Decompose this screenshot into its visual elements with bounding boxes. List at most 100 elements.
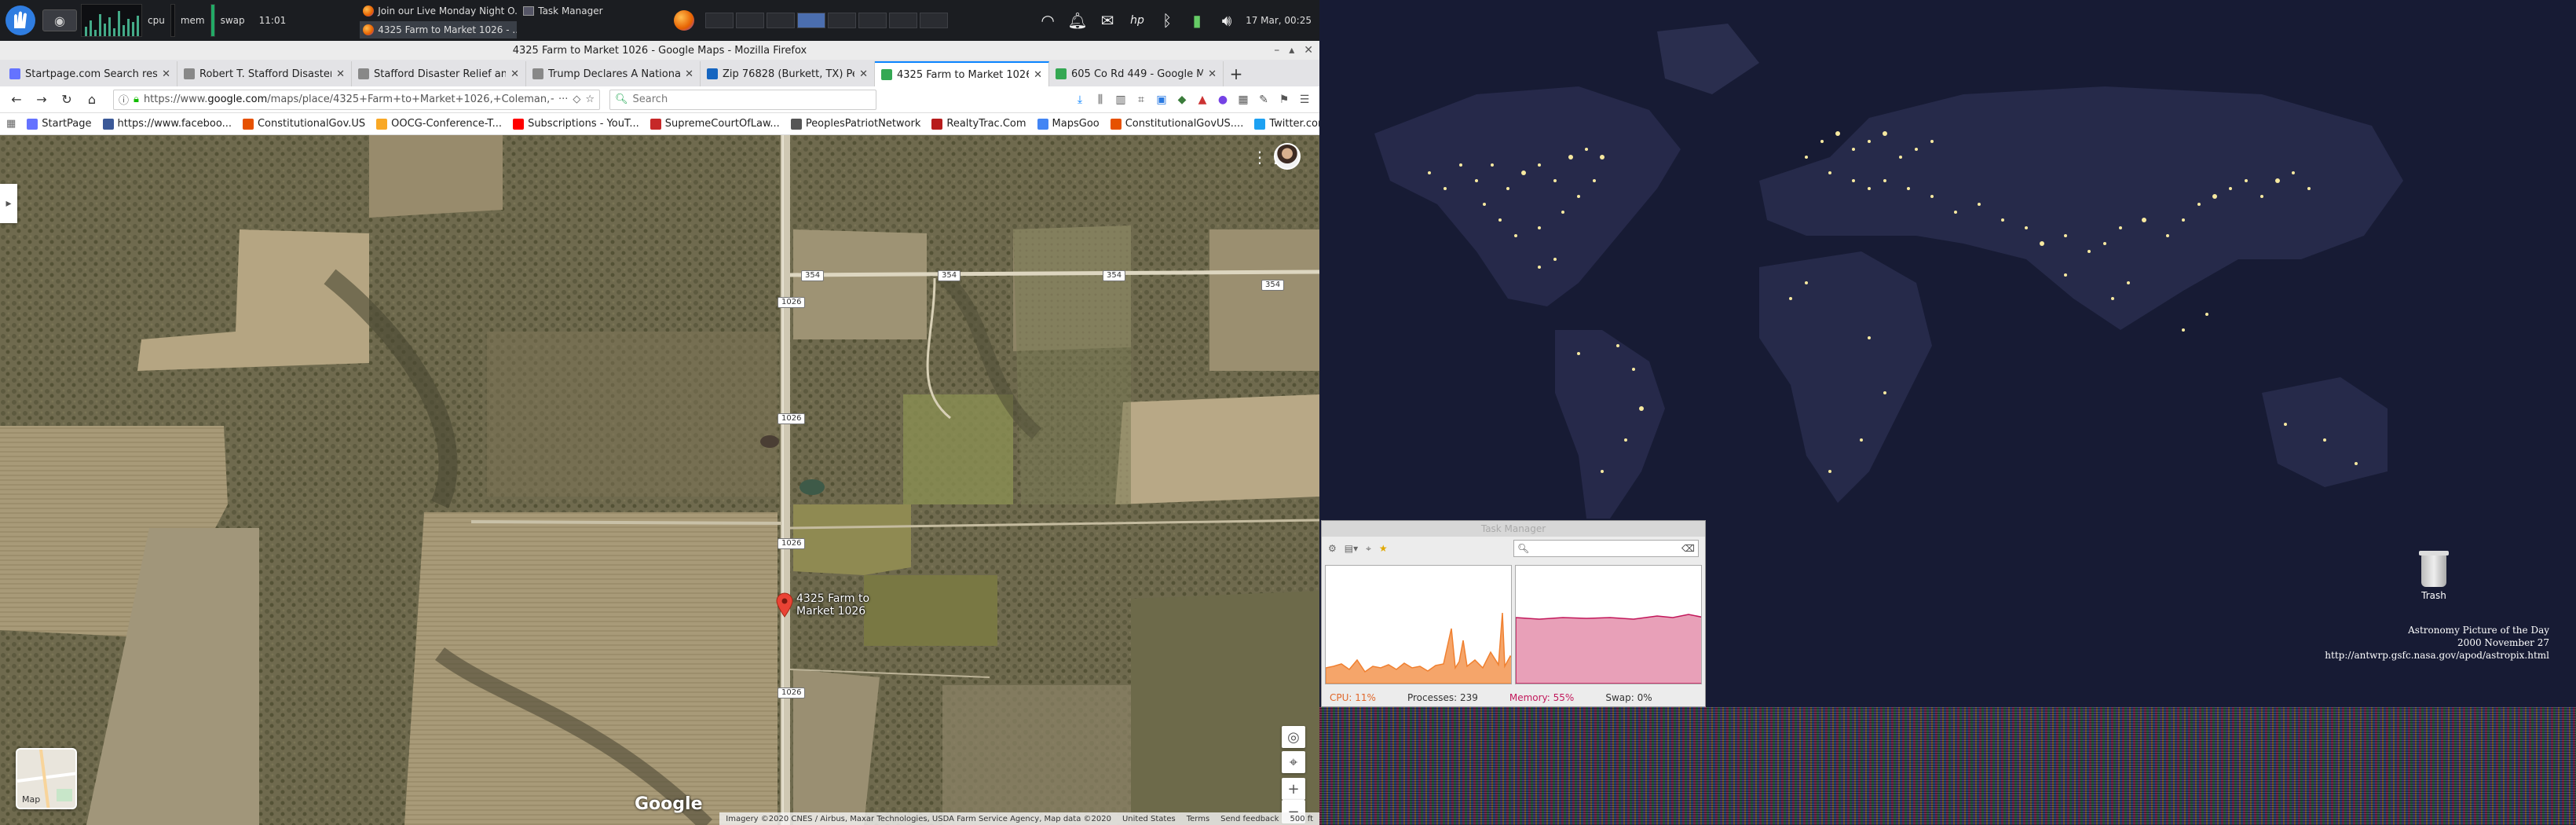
- bookmark-item[interactable]: OOCG-Conference-T...: [376, 118, 502, 130]
- bookmark-item[interactable]: MapsGoo: [1037, 118, 1100, 130]
- tab-2[interactable]: Robert T. Stafford Disaster Relief ✕: [177, 61, 352, 86]
- workspace-5[interactable]: [828, 13, 857, 28]
- workspace-3[interactable]: [767, 13, 796, 28]
- taskbar-item-active[interactable]: 4325 Farm to Market 1026 - ...: [360, 21, 518, 38]
- tab-close-icon[interactable]: ✕: [685, 68, 693, 80]
- taskbar-item-empty[interactable]: [520, 21, 661, 38]
- close-icon[interactable]: ✕: [1304, 44, 1313, 57]
- terms-link[interactable]: Terms: [1187, 815, 1209, 823]
- tab-close-icon[interactable]: ✕: [1034, 69, 1042, 81]
- workspace-1[interactable]: [705, 13, 734, 28]
- bookmark-star-icon[interactable]: ☆: [585, 94, 595, 105]
- workspace-4[interactable]: [797, 13, 826, 28]
- my-location-icon[interactable]: ⌖: [1282, 751, 1305, 773]
- tab-6[interactable]: 4325 Farm to Market 1026 - ✕: [875, 61, 1049, 86]
- tab-close-icon[interactable]: ✕: [1208, 68, 1217, 80]
- screenshot-icon[interactable]: ◉: [42, 9, 77, 31]
- bookmark-item[interactable]: Subscriptions - YouT...: [513, 118, 639, 130]
- bookmark-item[interactable]: StartPage: [27, 118, 92, 130]
- tab-3[interactable]: Stafford Disaster Relief and Emer ✕: [352, 61, 526, 86]
- tab-7[interactable]: 605 Co Rd 449 - Google Maps ✕: [1049, 61, 1224, 86]
- settings-icon[interactable]: ⚙: [1328, 543, 1337, 554]
- url-text[interactable]: https://www.google.com/maps/place/4325+F…: [144, 94, 554, 105]
- extension-7-icon[interactable]: ⚑: [1275, 91, 1293, 108]
- extension-6-icon[interactable]: ✎: [1255, 91, 1272, 108]
- road-shield-354[interactable]: 354: [1103, 270, 1126, 281]
- view-icon[interactable]: ▤▾: [1345, 543, 1358, 554]
- task-search-input[interactable]: 🔍︎ ⌫: [1513, 540, 1699, 557]
- taskbar-item[interactable]: Task Manager: [520, 2, 661, 20]
- maximize-icon[interactable]: ▴: [1289, 44, 1294, 57]
- tab-4[interactable]: Trump Declares A National Emer ✕: [526, 61, 701, 86]
- url-bar[interactable]: ⓘ 🔒︎ https://www.google.com/maps/place/4…: [113, 89, 600, 110]
- tab-5[interactable]: Zip 76828 (Burkett, TX) Peopl ✕: [701, 61, 875, 86]
- extension-1-icon[interactable]: ▣: [1153, 91, 1170, 108]
- place-label[interactable]: 4325 Farm to Market 1026: [796, 592, 869, 618]
- workspace-2[interactable]: [736, 13, 765, 28]
- road-shield-354[interactable]: 354: [938, 270, 961, 281]
- google-apps-icon[interactable]: ⋮⋮: [1252, 148, 1283, 167]
- firefox-launcher-icon[interactable]: [674, 10, 695, 31]
- site-info-icon[interactable]: ⓘ: [119, 92, 129, 107]
- new-tab-button[interactable]: +: [1224, 61, 1249, 86]
- tab-1[interactable]: Startpage.com Search results ✕: [3, 61, 177, 86]
- taskbar-item[interactable]: Join our Live Monday Night O...: [360, 2, 517, 20]
- extension-5-icon[interactable]: ▦: [1235, 91, 1252, 108]
- clear-search-icon[interactable]: ⌫: [1681, 543, 1695, 554]
- workspace-7[interactable]: [889, 13, 918, 28]
- hp-printer-icon[interactable]: hp: [1126, 9, 1148, 31]
- menu-icon[interactable]: ☰: [1296, 91, 1313, 108]
- satellite-map[interactable]: 354 354 354 354 1026 1026 1026 1026 1026…: [0, 135, 1319, 825]
- road-shield-1026[interactable]: 1026: [778, 688, 806, 698]
- battery-icon[interactable]: ▮: [1186, 9, 1208, 31]
- bookmark-item[interactable]: RealtyTrac.Com: [931, 118, 1026, 130]
- downloads-icon[interactable]: ⤓: [1071, 91, 1089, 108]
- workspace-pager[interactable]: [705, 13, 949, 28]
- search-box[interactable]: 🔍︎ Search: [609, 89, 876, 110]
- volume-icon[interactable]: 🔊︎: [1216, 9, 1238, 31]
- send-feedback-link[interactable]: Send feedback: [1220, 815, 1279, 823]
- zoom-in-button[interactable]: +: [1282, 778, 1305, 800]
- extension-2-icon[interactable]: ◆: [1173, 91, 1191, 108]
- road-shield-1026[interactable]: 1026: [778, 297, 806, 308]
- road-shield-1026[interactable]: 1026: [778, 413, 806, 424]
- bookmark-item[interactable]: SupremeCourtOfLaw...: [649, 118, 780, 130]
- notification-bell-icon[interactable]: 🔔︎: [1067, 9, 1089, 31]
- pocket-icon[interactable]: ◇: [573, 94, 580, 105]
- road-shield-354[interactable]: 354: [801, 270, 825, 281]
- region-link[interactable]: United States: [1122, 815, 1176, 823]
- extension-3-icon[interactable]: ▲: [1194, 91, 1211, 108]
- wifi-icon[interactable]: ◠: [1037, 9, 1059, 31]
- location-pin-icon[interactable]: [776, 592, 793, 618]
- crosshair-icon[interactable]: ⌖: [1366, 543, 1371, 555]
- bookmark-item[interactable]: ConstitutionalGov.US: [242, 118, 365, 130]
- trash-desktop-icon[interactable]: Trash: [2414, 551, 2453, 601]
- bluetooth-icon[interactable]: ᛒ: [1156, 9, 1178, 31]
- forward-icon[interactable]: →: [31, 90, 52, 110]
- workspace-6[interactable]: [858, 13, 887, 28]
- mail-icon[interactable]: ✉: [1096, 9, 1118, 31]
- home-icon[interactable]: ⌂: [82, 90, 102, 110]
- bookmark-item[interactable]: ConstitutionalGovUS....: [1110, 118, 1243, 130]
- tab-close-icon[interactable]: ✕: [162, 68, 170, 80]
- map-layer-toggle[interactable]: Map: [16, 748, 77, 809]
- compass-icon[interactable]: ◎: [1282, 726, 1305, 748]
- page-actions-icon[interactable]: ···: [558, 94, 568, 105]
- tab-close-icon[interactable]: ✕: [859, 68, 868, 80]
- tab-close-icon[interactable]: ✕: [336, 68, 345, 80]
- road-shield-354[interactable]: 354: [1261, 280, 1285, 291]
- library-icon[interactable]: ⫼: [1092, 91, 1109, 108]
- extension-4-icon[interactable]: ●: [1214, 91, 1231, 108]
- bookmark-item[interactable]: https://www.faceboo...: [102, 118, 232, 130]
- sidebar-icon[interactable]: ▥: [1112, 91, 1129, 108]
- star-icon[interactable]: ★: [1379, 543, 1388, 554]
- account-avatar[interactable]: [1274, 143, 1301, 170]
- tab-close-icon[interactable]: ✕: [510, 68, 519, 80]
- bookmark-item[interactable]: Twitter.com/: [1254, 118, 1319, 130]
- scale-bar[interactable]: 500 ft: [1290, 815, 1313, 823]
- back-icon[interactable]: ←: [6, 90, 27, 110]
- minimize-icon[interactable]: –: [1274, 44, 1279, 57]
- bookmark-item[interactable]: PeoplesPatriotNetwork: [790, 118, 920, 130]
- road-shield-1026[interactable]: 1026: [778, 538, 806, 549]
- workspace-8[interactable]: [920, 13, 949, 28]
